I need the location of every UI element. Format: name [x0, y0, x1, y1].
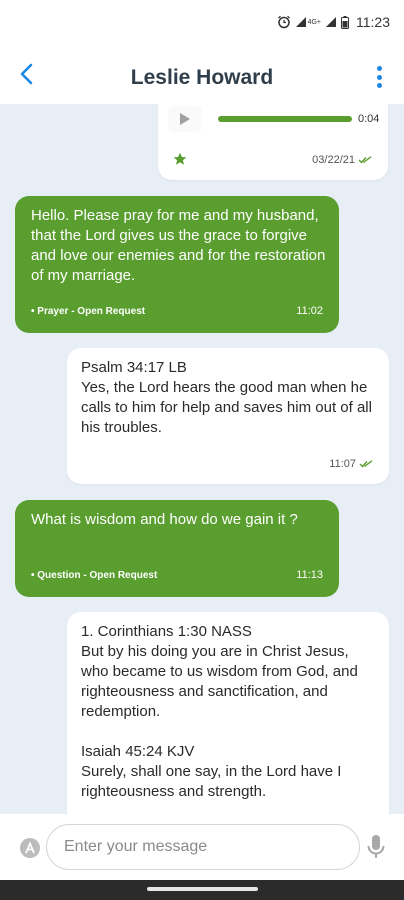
audio-duration: 0:04 — [358, 113, 380, 125]
outgoing-message-bubble: 1. Corinthians 1:30 NASS But by his doin… — [67, 612, 389, 814]
chat-header: Leslie Howard — [0, 46, 404, 104]
message-time: 11:07 — [329, 458, 356, 470]
message-text: What is wisdom and how do we gain it ? — [31, 511, 298, 528]
message-time: 11:02 — [296, 305, 323, 317]
request-tag: • Question - Open Request — [31, 570, 158, 581]
message-time: 11:13 — [296, 569, 323, 581]
incoming-message-bubble: Hello. Please pray for me and my husband… — [15, 196, 339, 333]
microphone-icon — [367, 835, 385, 858]
audio-progress-bar[interactable] — [218, 116, 352, 122]
message-text: Hello. Please pray for me and my husband… — [31, 207, 326, 284]
alarm-icon — [277, 15, 290, 29]
request-tag: • Prayer - Open Request — [31, 306, 146, 317]
status-icons: 4G+ 11:23 — [277, 14, 390, 30]
status-time: 11:23 — [356, 14, 390, 30]
play-icon — [180, 113, 190, 125]
message-list[interactable]: 0:04 03/22/21 Hello. Please pray for me … — [0, 104, 404, 814]
status-bar: 4G+ 11:23 — [0, 0, 404, 46]
play-button[interactable] — [168, 106, 202, 132]
incoming-message-bubble: What is wisdom and how do we gain it ? •… — [15, 500, 339, 597]
attach-button[interactable] — [20, 838, 40, 858]
network-type-label: 4G+ — [307, 18, 321, 26]
outgoing-message-bubble: Psalm 34:17 LB Yes, the Lord hears the g… — [67, 348, 389, 484]
message-text: 1. Corinthians 1:30 NASS But by his doin… — [81, 623, 358, 800]
message-text: Psalm 34:17 LB Yes, the Lord hears the g… — [81, 359, 372, 436]
signal-icon-2 — [326, 17, 336, 27]
message-composer — [0, 814, 404, 880]
home-indicator[interactable] — [147, 887, 258, 891]
star-icon[interactable] — [173, 152, 187, 166]
contact-name: Leslie Howard — [130, 66, 274, 89]
battery-icon — [341, 15, 349, 29]
read-check-icon — [359, 460, 373, 468]
attach-icon — [25, 842, 35, 854]
audio-message: 0:04 03/22/21 — [158, 104, 388, 180]
mic-button[interactable] — [366, 834, 386, 860]
system-navigation-bar — [0, 880, 404, 900]
signal-icon — [295, 17, 306, 27]
message-date: 03/22/21 — [312, 154, 355, 166]
message-input[interactable] — [46, 824, 360, 870]
more-vertical-icon — [376, 66, 382, 71]
read-check-icon — [358, 156, 372, 164]
more-options-button[interactable] — [374, 66, 384, 92]
